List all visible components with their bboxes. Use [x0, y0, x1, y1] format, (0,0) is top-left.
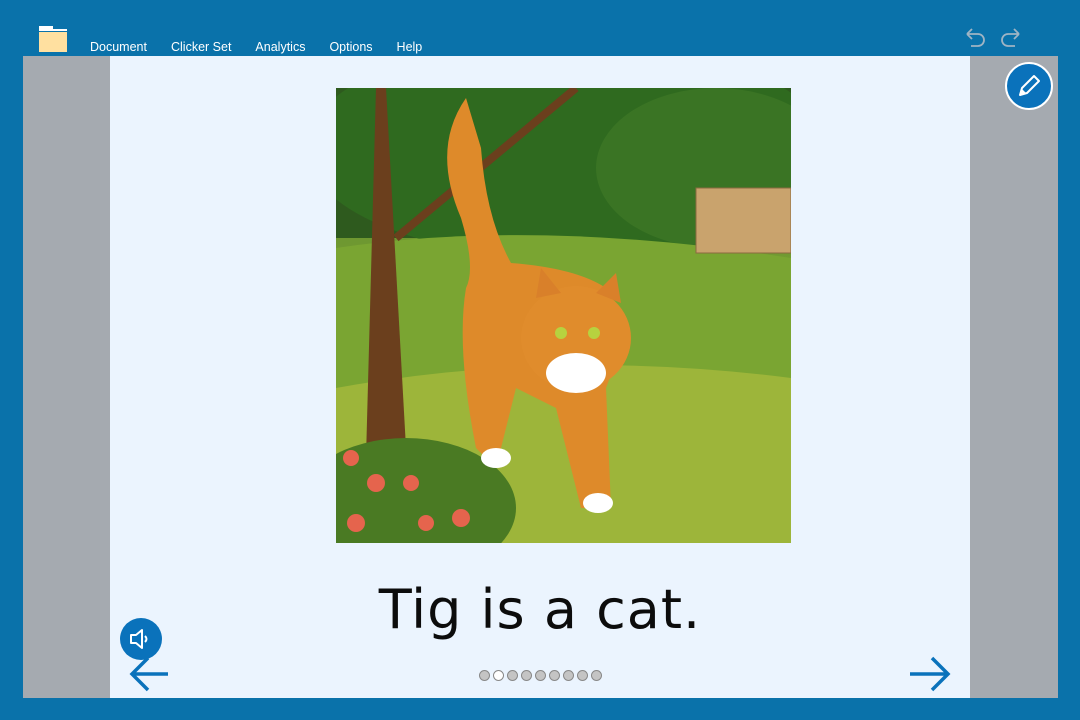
page-indicator [479, 670, 605, 681]
page-dot-2[interactable] [493, 670, 504, 681]
page-dot-6[interactable] [549, 670, 560, 681]
redo-icon[interactable] [997, 26, 1023, 48]
left-margin [23, 56, 110, 698]
menu-analytics[interactable]: Analytics [255, 40, 305, 54]
menu-document[interactable]: Document [90, 40, 147, 54]
top-bar: Document Clicker Set Analytics Options H… [0, 0, 1080, 56]
page-dot-4[interactable] [521, 670, 532, 681]
page-dot-7[interactable] [563, 670, 574, 681]
menu-bar: Document Clicker Set Analytics Options H… [90, 40, 446, 54]
page-dot-3[interactable] [507, 670, 518, 681]
undo-icon[interactable] [963, 26, 989, 48]
arrow-left-icon [129, 656, 168, 692]
folder-icon[interactable] [39, 26, 67, 52]
pencil-icon [1019, 75, 1040, 96]
menu-help[interactable]: Help [397, 40, 423, 54]
page-dot-9[interactable] [591, 670, 602, 681]
arrow-right-icon [910, 656, 951, 692]
page-dot-5[interactable] [535, 670, 546, 681]
right-margin [970, 56, 1058, 698]
menu-options[interactable]: Options [329, 40, 372, 54]
page-sentence: Tig is a cat. [378, 578, 702, 641]
page-dot-1[interactable] [479, 670, 490, 681]
page-dot-8[interactable] [577, 670, 588, 681]
edit-button[interactable] [1005, 62, 1053, 110]
next-page-button[interactable] [908, 654, 952, 694]
page-illustration [336, 88, 791, 543]
menu-clicker-set[interactable]: Clicker Set [171, 40, 231, 54]
previous-page-button[interactable] [128, 656, 172, 694]
speaker-icon [130, 629, 148, 649]
speak-button[interactable] [120, 618, 162, 660]
